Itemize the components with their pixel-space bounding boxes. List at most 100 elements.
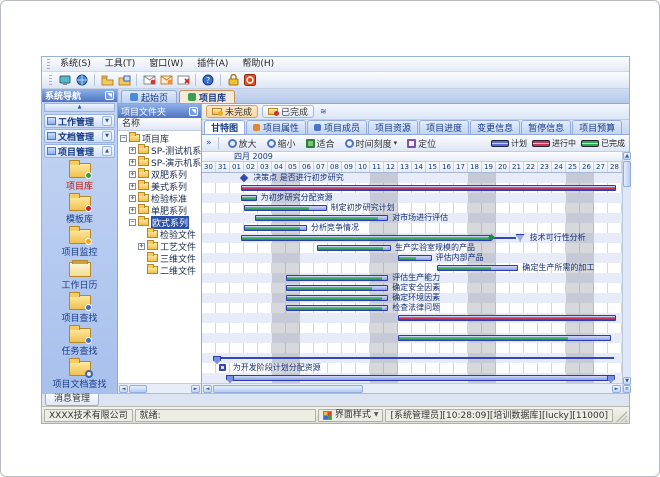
sidebar-section-工作管理[interactable]: 工作管理▼ [44, 114, 115, 128]
gantt-bar-task[interactable] [286, 275, 388, 281]
scroll-extra-icon[interactable]: ≡ [623, 385, 631, 393]
expand-plus-icon[interactable]: + [129, 171, 136, 178]
doc-tab-项目库[interactable]: 项目库 [179, 90, 235, 103]
gantt-toolbar-缩小[interactable]: 缩小 [264, 136, 299, 151]
tree-node-欧式系列[interactable]: −欧式系列 [118, 216, 201, 228]
gantt-bar-task[interactable] [255, 215, 388, 221]
filter-button-已完成[interactable]: 已完成 [262, 105, 314, 118]
sidebar-section-文档管理[interactable]: 文档管理▼ [44, 129, 115, 143]
gantt-chart-area[interactable]: 决策点 是否进行初步研究为初步研究分配资源制定初步研究计划对市场进行评估分析竞争… [202, 173, 622, 383]
sidebar-item-项目监控[interactable]: 项目监控 [44, 227, 116, 260]
gantt-bar-task[interactable] [286, 305, 388, 311]
menu-item-0[interactable]: 系统(S) [53, 57, 98, 71]
sidebar-item-任务查找[interactable]: 任务查找 [44, 326, 116, 359]
tree-node-检验文件[interactable]: 检验文件 [118, 228, 201, 240]
globe-icon[interactable] [75, 74, 89, 87]
gantt-bar-task[interactable] [244, 205, 327, 211]
gantt-bar-summary-active[interactable] [398, 315, 616, 321]
tree-node-三维文件[interactable]: 三维文件 [118, 252, 201, 264]
gantt-toolbar-适合[interactable]: 适合 [303, 136, 338, 151]
scroll-thumb[interactable] [213, 385, 363, 393]
sidebar-section-项目管理[interactable]: 项目管理▲ [44, 144, 115, 158]
computer-icon[interactable] [58, 74, 72, 87]
gantt-toolbar-定位[interactable]: 定位 [404, 136, 439, 151]
expand-plus-icon[interactable]: + [129, 159, 136, 166]
gantt-toolbar-时间刻度[interactable]: 时间刻度▾ [342, 136, 401, 151]
tree-node-项目库[interactable]: −项目库 [118, 132, 201, 144]
tab-项目进度[interactable]: 项目进度 [419, 120, 469, 134]
menu-item-4[interactable]: 帮助(H) [235, 57, 281, 71]
folder-window-icon[interactable] [117, 74, 131, 87]
resize-grip[interactable] [615, 409, 627, 422]
tree-node-单肥系列[interactable]: +单肥系列 [118, 204, 201, 216]
scroll-thumb[interactable] [129, 385, 147, 393]
gantt-bar-summary-done[interactable] [241, 235, 492, 241]
power-icon[interactable] [243, 74, 257, 87]
tab-项目成员[interactable]: 项目成员 [307, 120, 367, 134]
gantt-hscrollbar[interactable]: ◄ ► [202, 383, 622, 393]
tree-node-工艺文件[interactable]: +工艺文件 [118, 240, 201, 252]
tree-node-双肥系列[interactable]: +双肥系列 [118, 168, 201, 180]
mail-new-icon[interactable] [142, 74, 156, 87]
tree-column-header[interactable]: 名称 [118, 118, 201, 131]
scroll-right-icon[interactable]: ► [191, 385, 200, 393]
expand-plus-icon[interactable]: + [129, 183, 136, 190]
tree-node-SP-测试机系[interactable]: +SP-测试机系 [118, 144, 201, 156]
menu-item-2[interactable]: 窗口(W) [142, 57, 190, 71]
gantt-bar-task[interactable] [286, 295, 388, 301]
expand-minus-icon[interactable]: − [120, 135, 127, 142]
scroll-left-icon[interactable]: ◄ [119, 385, 128, 393]
gantt-bar-done[interactable] [241, 195, 256, 201]
expand-plus-icon[interactable]: + [129, 147, 136, 154]
tab-项目属性[interactable]: 项目属性 [246, 120, 306, 134]
sidebar-item-项目文档查找[interactable]: 项目文档查找 [44, 359, 116, 392]
menu-item-3[interactable]: 插件(A) [190, 57, 235, 71]
tree-node-SP-演示机系[interactable]: +SP-演示机系 [118, 156, 201, 168]
mail-delete-icon[interactable] [176, 74, 190, 87]
gantt-bar-task[interactable] [286, 285, 388, 291]
sidebar-item-模板库[interactable]: 模板库 [44, 194, 116, 227]
tab-项目预算[interactable]: 项目预算 [572, 120, 622, 134]
toolbar-overflow-button[interactable]: » [206, 138, 212, 148]
gantt-bar-summary-active[interactable] [241, 185, 616, 191]
gantt-bar-task[interactable] [244, 225, 307, 231]
sidebar-item-工作日历[interactable]: 工作日历 [44, 260, 116, 293]
anchor-icon[interactable] [219, 364, 226, 371]
pin-icon[interactable]: ◥ [189, 107, 198, 116]
interface-style-button[interactable]: 界面样式 ▼ [318, 409, 384, 422]
scroll-up-icon[interactable]: ▲ [623, 152, 631, 160]
gantt-bar-task[interactable] [398, 335, 611, 341]
doc-tab-起始页[interactable]: 起始页 [121, 90, 177, 103]
tab-暂停信息[interactable]: 暂停信息 [521, 120, 571, 134]
expand-plus-icon[interactable]: + [129, 195, 136, 202]
folder-open-icon[interactable] [100, 74, 114, 87]
help-icon[interactable]: ? [201, 74, 215, 87]
expand-plus-icon[interactable]: + [138, 243, 145, 250]
tab-变更信息[interactable]: 变更信息 [470, 120, 520, 134]
expand-minus-icon[interactable]: − [129, 219, 136, 226]
gantt-bar-task[interactable] [398, 255, 432, 261]
sidebar-scroll-up[interactable]: ▲ [44, 103, 115, 112]
lock-icon[interactable] [226, 74, 240, 87]
tree-node-二维文件[interactable]: 二维文件 [118, 264, 201, 276]
tree-node-美式系列[interactable]: +美式系列 [118, 180, 201, 192]
tree-hscrollbar[interactable]: ◄ ► [118, 383, 201, 393]
tab-项目资源[interactable]: 项目资源 [368, 120, 418, 134]
more-chevron-icon[interactable]: ≋ [320, 107, 327, 116]
gantt-bar-task[interactable] [317, 245, 391, 251]
sidebar-item-项目查找[interactable]: 项目查找 [44, 293, 116, 326]
scroll-left-icon[interactable]: ◄ [203, 385, 212, 393]
menu-item-1[interactable]: 工具(T) [98, 57, 143, 71]
gantt-bar-span[interactable] [230, 375, 611, 381]
gantt-toolbar-放大[interactable]: 放大 [225, 136, 260, 151]
filter-button-未完成[interactable]: 未完成 [206, 105, 258, 118]
gantt-vscrollbar[interactable]: ▲ ▼ ≡ [622, 152, 631, 393]
scroll-thumb[interactable] [623, 161, 631, 187]
tree-node-检验标准[interactable]: +检验标准 [118, 192, 201, 204]
message-management-tab[interactable]: 消息管理 [45, 394, 99, 406]
pin-icon[interactable]: ◥ [105, 91, 114, 100]
tab-甘特图[interactable]: 甘特图 [204, 120, 245, 134]
scroll-down-icon[interactable]: ▼ [623, 377, 631, 385]
expand-plus-icon[interactable]: + [129, 207, 136, 214]
sidebar-item-项目库[interactable]: 项目库 [44, 161, 116, 194]
